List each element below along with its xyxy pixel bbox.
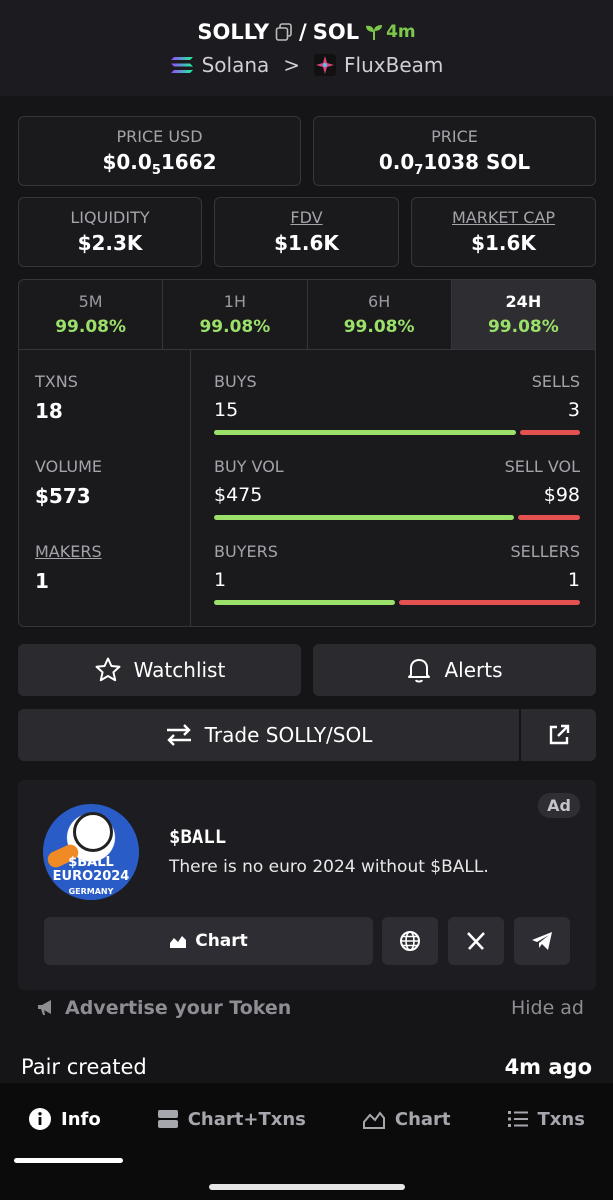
ad-description: There is no euro 2024 without $BALL. xyxy=(169,857,489,877)
list-icon xyxy=(507,1109,529,1129)
buy-share-fill xyxy=(214,430,516,435)
market-cap-value: $1.6K xyxy=(471,231,536,255)
buy-share-fill xyxy=(214,515,515,520)
alerts-button[interactable]: Alerts xyxy=(313,644,596,696)
buy-sell-volume-row: BUY VOL SELL VOL $475 $98 xyxy=(214,457,580,520)
x-logo-icon xyxy=(466,931,486,951)
price-usd-value: $0.051662 xyxy=(102,150,217,178)
bottom-nav: Info Chart+Txns Chart Txns xyxy=(0,1083,613,1200)
dex-link[interactable]: FluxBeam xyxy=(344,53,443,77)
txns-stat: TXNS 18 xyxy=(35,372,78,423)
liquidity-value: $2.3K xyxy=(77,231,143,255)
tab-24h[interactable]: 24H 99.08% xyxy=(451,280,595,349)
pair-route: Solana > FluxBeam xyxy=(0,53,613,77)
liquidity-card: LIQUIDITY $2.3K xyxy=(18,197,202,267)
sprout-icon xyxy=(365,23,383,41)
advertise-row: Advertise your Token Hide ad xyxy=(36,997,584,1019)
tab-6h[interactable]: 6H 99.08% xyxy=(308,280,452,349)
price-sol-card: PRICE 0.071038 SOL xyxy=(313,116,596,186)
pair-created-label: Pair created xyxy=(21,1055,147,1079)
quote-symbol: SOL xyxy=(312,20,360,44)
nav-chart[interactable]: Chart xyxy=(362,1107,451,1131)
chevron-right-icon: > xyxy=(283,53,301,77)
external-link-icon xyxy=(547,723,571,747)
nav-txns[interactable]: Txns xyxy=(507,1107,585,1131)
ad-chart-button[interactable]: Chart xyxy=(44,917,373,965)
timeframe-tabs: 5M 99.08% 1H 99.08% 6H 99.08% 24H 99.08% xyxy=(19,280,595,350)
chart-icon xyxy=(169,933,187,949)
fdv-label[interactable]: FDV xyxy=(215,208,398,227)
tab-1h[interactable]: 1H 99.08% xyxy=(163,280,308,349)
price-usd-card: PRICE USD $0.051662 xyxy=(18,116,301,186)
pair-created-row: Pair created 4m ago xyxy=(21,1055,592,1079)
tab-5m[interactable]: 5M 99.08% xyxy=(19,280,164,349)
ad-website-button[interactable] xyxy=(382,917,438,965)
market-cap-card[interactable]: MARKET CAP $1.6K xyxy=(411,197,596,267)
telegram-icon xyxy=(531,931,553,951)
pair-created-value: 4m ago xyxy=(504,1055,592,1079)
ad-telegram-button[interactable] xyxy=(514,917,570,965)
pair-separator: / xyxy=(299,20,307,44)
sell-share-fill xyxy=(518,515,580,520)
watchlist-button[interactable]: Watchlist xyxy=(18,644,301,696)
advertise-link[interactable]: Advertise your Token xyxy=(36,997,291,1019)
solana-logo xyxy=(170,55,194,75)
swap-arrows-icon xyxy=(165,723,193,747)
sell-share-fill xyxy=(519,430,580,435)
stats-panel: 5M 99.08% 1H 99.08% 6H 99.08% 24H 99.08% TXN… xyxy=(18,279,596,627)
external-trade-button[interactable] xyxy=(521,709,596,761)
ad-x-button[interactable] xyxy=(448,917,504,965)
fluxbeam-logo xyxy=(314,54,337,76)
active-tab-indicator xyxy=(14,1158,123,1163)
buyers-sellers-bar xyxy=(214,600,580,605)
globe-icon xyxy=(399,930,421,952)
info-icon xyxy=(28,1107,52,1131)
stats-left-column: TXNS 18 VOLUME $573 MAKERS 1 xyxy=(19,350,191,626)
pair-age: 4m xyxy=(365,22,416,42)
makers-stat[interactable]: MAKERS 1 xyxy=(35,542,102,593)
header: SOLLY / SOL 4m Solana > FluxBeam xyxy=(0,0,613,96)
ball-token-logo: $BALL EURO2024 GERMANY xyxy=(43,804,139,900)
fdv-card[interactable]: FDV $1.6K xyxy=(214,197,399,267)
chart-icon xyxy=(362,1108,386,1130)
price-usd-label: PRICE USD xyxy=(116,127,203,146)
price-sol-value: 0.071038 SOL xyxy=(378,150,531,178)
ad-card: Ad $BALL EURO2024 GERMANY $BALL There is n… xyxy=(18,780,596,990)
liquidity-label: LIQUIDITY xyxy=(70,208,150,227)
star-icon xyxy=(94,656,122,684)
copy-icon[interactable] xyxy=(275,23,293,41)
volume-stat: VOLUME $573 xyxy=(35,457,102,508)
buy-sell-volume-bar xyxy=(214,515,580,520)
layout-icon xyxy=(157,1108,179,1130)
buy-share-fill xyxy=(214,600,395,605)
buys-sells-row: BUYS SELLS 15 3 xyxy=(214,372,580,435)
trade-button[interactable]: Trade SOLLY/SOL xyxy=(18,709,519,761)
buyers-sellers-row: BUYERS SELLERS 11 xyxy=(214,542,580,605)
sell-share-fill xyxy=(399,600,580,605)
market-cap-label[interactable]: MARKET CAP xyxy=(412,208,595,227)
hide-ad-button[interactable]: Hide ad xyxy=(511,997,584,1019)
ad-title[interactable]: $BALL xyxy=(169,826,226,848)
nav-info[interactable]: Info xyxy=(28,1107,101,1131)
nav-chart-txns[interactable]: Chart+Txns xyxy=(157,1107,306,1131)
token-symbol: SOLLY xyxy=(197,20,270,44)
chain-link[interactable]: Solana xyxy=(202,53,270,77)
fdv-value: $1.6K xyxy=(274,231,339,255)
price-sol-label: PRICE xyxy=(431,127,478,146)
ad-badge: Ad xyxy=(538,793,580,818)
megaphone-icon xyxy=(36,999,56,1017)
home-indicator[interactable] xyxy=(209,1184,405,1190)
buys-sells-bar xyxy=(214,430,580,435)
bell-icon xyxy=(406,656,432,684)
pair-title: SOLLY / SOL 4m xyxy=(0,20,613,44)
